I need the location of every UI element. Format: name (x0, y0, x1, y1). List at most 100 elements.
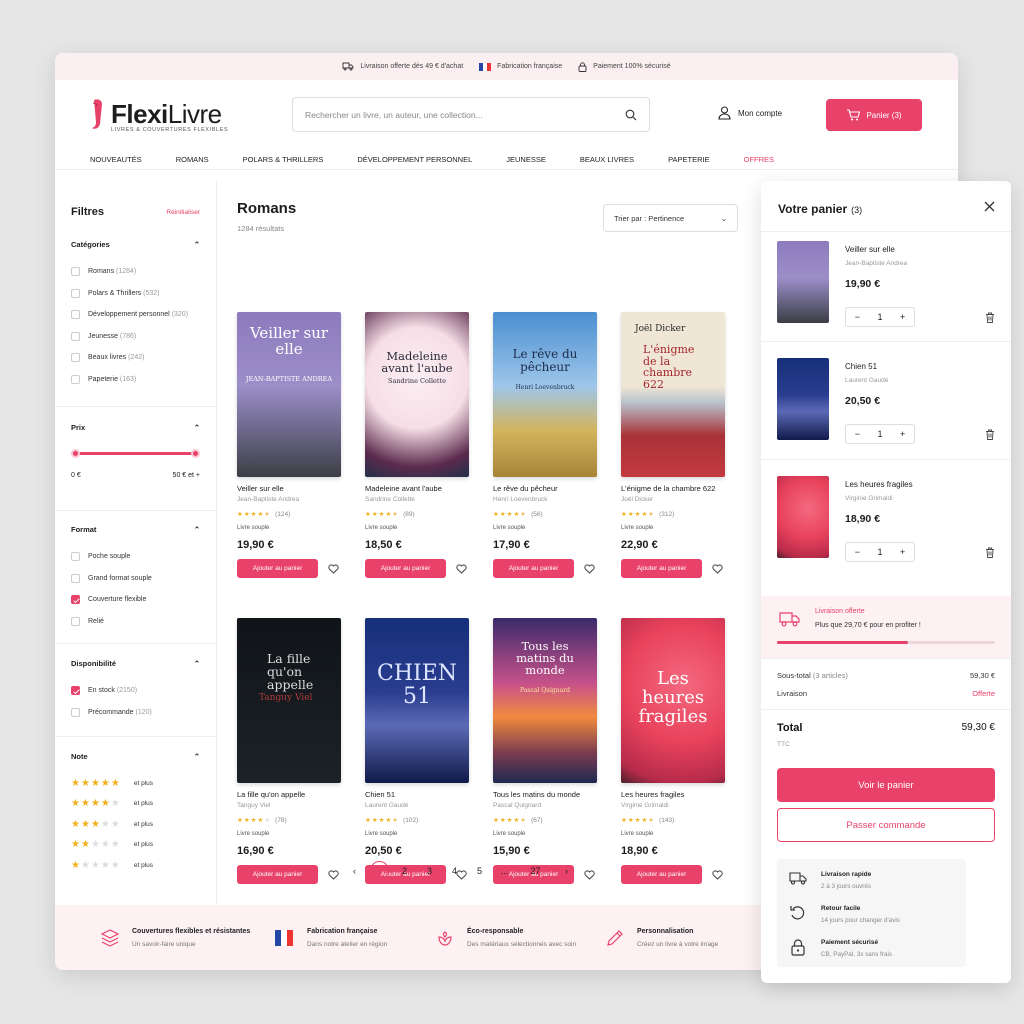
checkbox[interactable] (71, 573, 80, 583)
minus-icon[interactable]: − (855, 547, 860, 557)
nav-item[interactable]: ROMANS (176, 155, 209, 164)
rating-option[interactable]: ★★★★★ et plus (71, 794, 200, 815)
view-cart-button[interactable]: Voir le panier (777, 768, 995, 802)
filter-option[interactable]: Polars & Thrillers (532) (71, 283, 200, 305)
chevron-up-icon[interactable]: ⌃ (194, 659, 200, 668)
filter-option[interactable]: Développement personnel (320) (71, 304, 200, 326)
heart-icon[interactable] (712, 869, 723, 880)
quantity-value[interactable]: 1 (877, 312, 882, 322)
prev-page-icon[interactable]: ‹ (342, 866, 367, 876)
heart-icon[interactable] (328, 563, 339, 574)
plus-icon[interactable]: + (900, 312, 905, 322)
book-cover[interactable]: La fille qu'on appelle Tanguy Viel (237, 618, 341, 783)
checkbox[interactable] (71, 707, 80, 717)
nav-item[interactable]: POLARS & THRILLERS (243, 155, 324, 164)
trash-icon[interactable] (985, 312, 995, 323)
product-card[interactable]: Les heures fragiles Les heures fragiles Vi… (621, 618, 731, 884)
account-link[interactable]: Mon compte (718, 106, 782, 120)
product-card[interactable]: La fille qu'on appelle Tanguy Viel La fill… (237, 618, 347, 884)
product-title[interactable]: Le rêve du pêcheur (493, 484, 603, 493)
cart-item-title[interactable]: Veiller sur elle (845, 245, 895, 254)
page-current[interactable]: 1 (370, 861, 389, 880)
close-icon[interactable] (984, 201, 995, 212)
add-to-cart-button[interactable]: Ajouter au panier (621, 865, 702, 884)
quantity-value[interactable]: 1 (877, 547, 882, 557)
rating-option[interactable]: ★★★★★ et plus (71, 773, 200, 794)
brand-logo[interactable]: FlexiLivre LIVRES & COUVERTURES FLEXIBLE… (89, 97, 228, 133)
nav-item[interactable]: BEAUX LIVRES (580, 155, 634, 164)
checkbox[interactable] (71, 552, 80, 562)
nav-item[interactable]: DÉVELOPPEMENT PERSONNEL (357, 155, 472, 164)
filter-option[interactable]: En stock (2150) (71, 680, 200, 702)
search-input[interactable]: Rechercher un livre, un auteur, une coll… (292, 97, 650, 132)
checkbox[interactable] (71, 374, 80, 384)
filter-option[interactable]: Jeunesse (786) (71, 326, 200, 348)
add-to-cart-button[interactable]: Ajouter au panier (621, 559, 702, 578)
trash-icon[interactable] (985, 547, 995, 558)
rating-option[interactable]: ★★★★★ et plus (71, 855, 200, 876)
quantity-value[interactable]: 1 (877, 429, 882, 439)
book-cover[interactable]: Madeleine avant l'aube Sandrine Collette (365, 312, 469, 477)
nav-item[interactable]: PAPETERIE (668, 155, 710, 164)
plus-icon[interactable]: + (900, 547, 905, 557)
add-to-cart-button[interactable]: Ajouter au panier (237, 865, 318, 884)
add-to-cart-button[interactable]: Ajouter au panier (493, 559, 574, 578)
cart-item-cover[interactable] (777, 476, 829, 558)
filter-option[interactable]: Relié (71, 611, 200, 633)
filter-option[interactable]: Romans (1284) (71, 261, 200, 283)
product-card[interactable]: Le rêve du pêcheur Henri Loevenbruck Le rê… (493, 312, 603, 578)
price-slider[interactable] (71, 444, 200, 468)
price-slider-min-handle[interactable] (71, 449, 80, 458)
product-title[interactable]: Veiller sur elle (237, 484, 347, 493)
book-cover[interactable]: Veiller sur elle JEAN-BAPTISTE ANDREA (237, 312, 341, 477)
sort-select[interactable]: Trier par : Pertinence ⌄ (603, 204, 738, 232)
filter-option[interactable]: Beaux livres (242) (71, 347, 200, 369)
book-cover[interactable]: Le rêve du pêcheur Henri Loevenbruck (493, 312, 597, 477)
chevron-up-icon[interactable]: ⌃ (194, 423, 200, 432)
page-link[interactable]: 27 (523, 866, 548, 876)
book-cover[interactable]: Les heures fragiles (621, 618, 725, 783)
add-to-cart-button[interactable]: Ajouter au panier (237, 559, 318, 578)
book-cover[interactable]: L'énigme de la chambre 622 Joël Dicker (621, 312, 725, 477)
page-link[interactable]: 4 (442, 866, 467, 876)
filter-option[interactable]: Poche souple (71, 546, 200, 568)
product-title[interactable]: Chien 51 (365, 790, 475, 799)
checkbox[interactable] (71, 353, 80, 363)
checkbox[interactable] (71, 310, 80, 320)
book-cover[interactable]: Tous les matins du monde Pascal Quignard (493, 618, 597, 783)
heart-icon[interactable] (328, 869, 339, 880)
checkout-button[interactable]: Passer commande (777, 808, 995, 842)
search-icon[interactable] (625, 109, 637, 121)
nav-item[interactable]: NOUVEAUTÉS (90, 155, 142, 164)
heart-icon[interactable] (456, 563, 467, 574)
rating-option[interactable]: ★★★★★ et plus (71, 814, 200, 835)
book-cover[interactable]: CHIEN 51 (365, 618, 469, 783)
product-title[interactable]: Madeleine avant l'aube (365, 484, 475, 493)
checkbox[interactable] (71, 288, 80, 298)
product-title[interactable]: La fille qu'on appelle (237, 790, 347, 799)
add-to-cart-button[interactable]: Ajouter au panier (365, 559, 446, 578)
next-page-icon[interactable]: › (554, 866, 579, 876)
cart-item-cover[interactable] (777, 241, 829, 323)
heart-icon[interactable] (584, 563, 595, 574)
heart-icon[interactable] (584, 869, 595, 880)
checkbox[interactable] (71, 616, 80, 626)
reset-filters-link[interactable]: Réinitialiser (166, 209, 200, 216)
chevron-up-icon[interactable]: ⌃ (194, 525, 200, 534)
rating-option[interactable]: ★★★★★ et plus (71, 835, 200, 856)
product-card[interactable]: Madeleine avant l'aube Sandrine Collette M… (365, 312, 475, 578)
product-card[interactable]: Tous les matins du monde Pascal Quignard T… (493, 618, 603, 884)
checkbox[interactable] (71, 686, 80, 696)
product-title[interactable]: Les heures fragiles (621, 790, 731, 799)
checkbox[interactable] (71, 331, 80, 341)
nav-item-offers[interactable]: OFFRES (744, 155, 774, 164)
cart-item-title[interactable]: Les heures fragiles (845, 480, 913, 489)
checkbox[interactable] (71, 267, 80, 277)
page-link[interactable]: 3 (417, 866, 442, 876)
checkbox[interactable] (71, 595, 80, 605)
chevron-up-icon[interactable]: ⌃ (194, 240, 200, 249)
price-slider-max-handle[interactable] (191, 449, 200, 458)
cart-item-cover[interactable] (777, 358, 829, 440)
product-title[interactable]: L'énigme de la chambre 622 (621, 484, 731, 493)
product-card[interactable]: Veiller sur elle JEAN-BAPTISTE ANDREA Veil… (237, 312, 347, 578)
